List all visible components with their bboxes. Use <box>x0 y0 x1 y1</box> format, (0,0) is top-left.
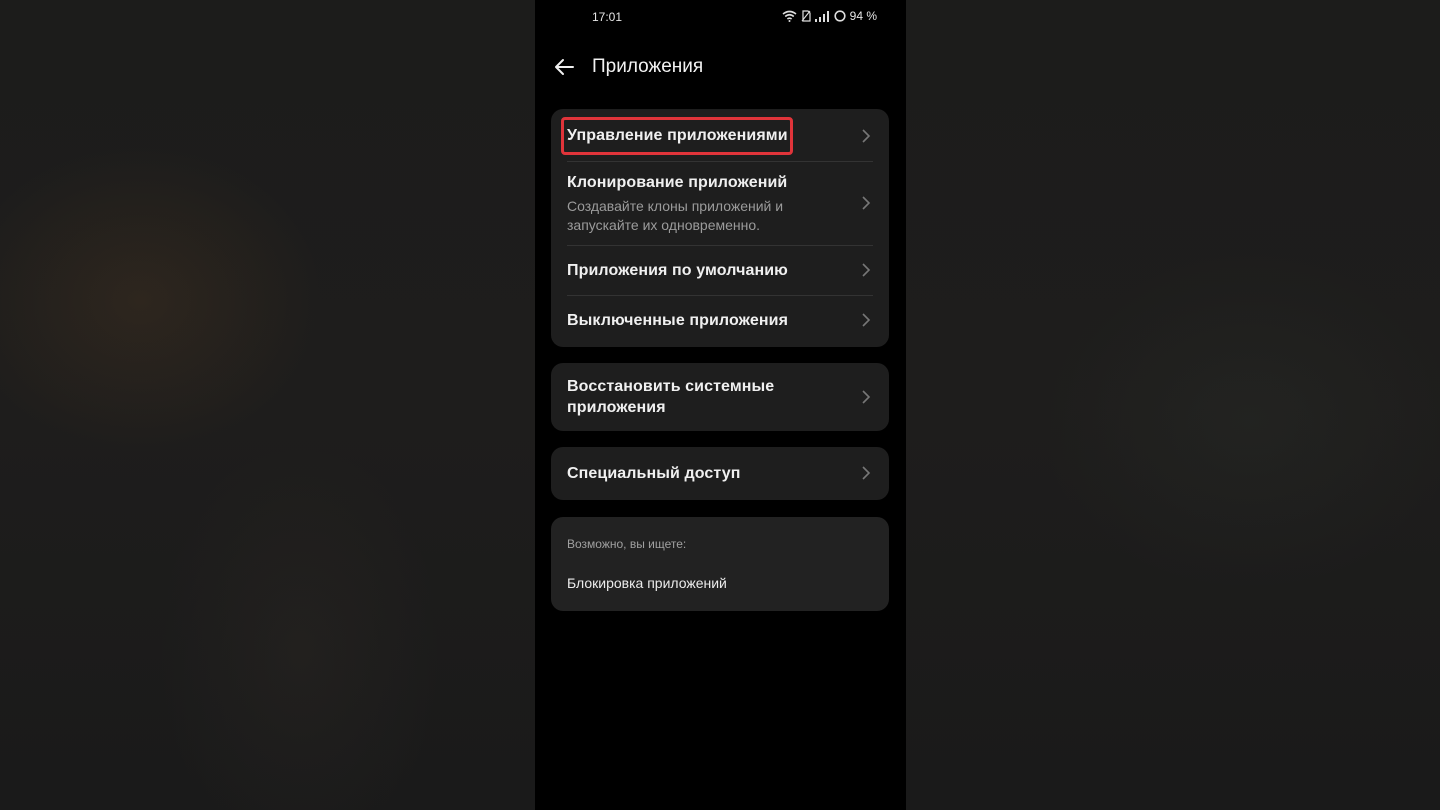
status-icons: 94 % <box>782 9 877 23</box>
suggestions-card: Возможно, вы ищете: Блокировка приложени… <box>551 517 889 611</box>
clone-apps-label: Клонирование приложений <box>567 174 788 191</box>
clone-apps-description-line2: запускайте их одновременно. <box>567 217 761 233</box>
chevron-right-icon <box>862 390 871 404</box>
suggestions-title: Возможно, вы ищете: <box>567 537 687 551</box>
chevron-right-icon <box>862 313 871 327</box>
status-bar: 17:01 94 % <box>535 0 906 32</box>
special-access-label: Специальный доступ <box>567 465 741 482</box>
disabled-apps-item[interactable]: Выключенные приложения <box>551 296 889 347</box>
clone-apps-description-line1: Создавайте клоны приложений и <box>567 198 784 214</box>
restore-system-apps-item[interactable]: Восстановить системные приложения <box>551 363 889 431</box>
battery-percent: 94 % <box>849 9 877 23</box>
status-time: 17:01 <box>592 10 623 24</box>
phone-screen: 17:01 94 % Приложения Управление приложе… <box>535 0 906 810</box>
suggestion-app-lock[interactable]: Блокировка приложений <box>567 575 727 591</box>
restore-system-apps-card: Восстановить системные приложения <box>551 363 889 431</box>
page-title: Приложения <box>592 56 704 77</box>
sim-icon <box>801 10 811 22</box>
signal-icon <box>814 10 829 22</box>
default-apps-item[interactable]: Приложения по умолчанию <box>551 246 889 295</box>
chevron-right-icon <box>862 129 871 143</box>
manage-apps-item[interactable]: Управление приложениями <box>551 109 889 161</box>
apps-settings-card: Управление приложениями Клонирование при… <box>551 109 889 347</box>
chevron-right-icon <box>862 466 871 480</box>
wifi-icon <box>782 10 797 22</box>
chevron-right-icon <box>862 196 871 210</box>
arrow-left-icon[interactable] <box>551 54 577 80</box>
special-access-card: Специальный доступ <box>551 447 889 500</box>
chevron-right-icon <box>862 263 871 277</box>
restore-system-apps-label-line1: Восстановить системные <box>567 378 775 395</box>
battery-icon <box>834 10 846 22</box>
restore-system-apps-label-line2: приложения <box>567 399 666 416</box>
manage-apps-label: Управление приложениями <box>567 127 788 144</box>
clone-apps-item[interactable]: Клонирование приложений Создавайте клоны… <box>551 162 889 245</box>
app-header: Приложения <box>535 48 906 86</box>
default-apps-label: Приложения по умолчанию <box>567 262 788 279</box>
disabled-apps-label: Выключенные приложения <box>567 312 789 329</box>
special-access-item[interactable]: Специальный доступ <box>551 447 889 500</box>
